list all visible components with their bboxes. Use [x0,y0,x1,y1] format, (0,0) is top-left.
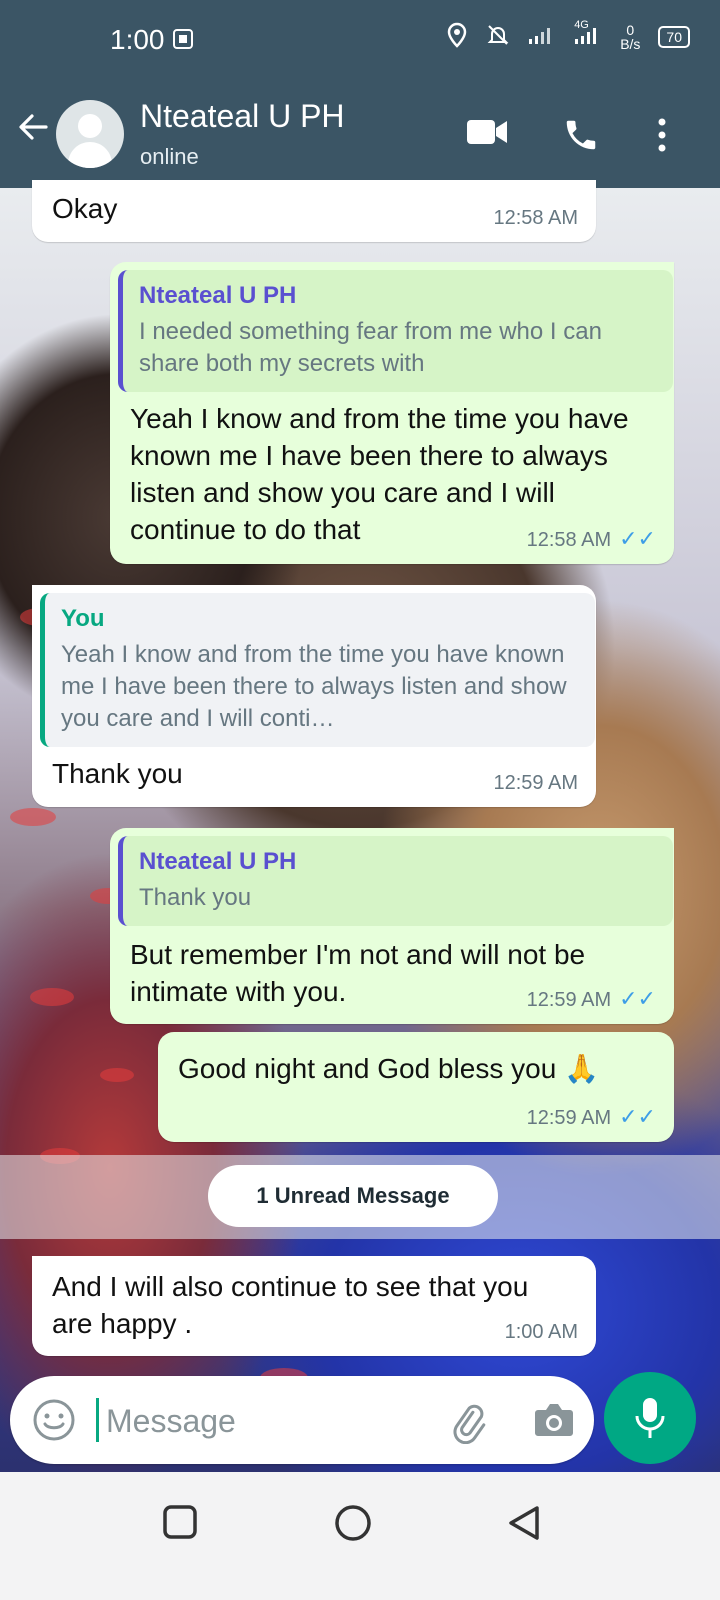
emoji-icon[interactable] [32,1398,76,1447]
nav-square-icon[interactable] [162,1504,198,1545]
message-time-value: 12:59 AM [526,989,612,1011]
message-outgoing[interactable]: Nteateal U PH Thank you But remember I'm… [110,828,674,1024]
mic-icon [634,1396,666,1445]
battery-level: 70 [666,28,682,45]
status-bar: 1:00 4G 0 B/s 70 [0,0,720,80]
camera-icon[interactable] [532,1400,576,1445]
text-cursor [96,1398,99,1442]
status-time: 1:00 [110,24,165,55]
status-icons: 4G 0 B/s 70 [446,19,690,51]
message-text: Good night and God bless you 🙏 [178,1053,599,1084]
signal-4g-icon: 4G [574,19,602,48]
back-arrow-icon[interactable] [16,110,50,153]
quote-author: Nteateal U PH [139,282,297,309]
reply-quote[interactable]: You Yeah I know and from the time you ha… [40,593,595,747]
mute-bell-icon [486,23,510,50]
sim-icon [172,28,194,55]
network-type: 4G [574,19,589,31]
chat-header: Nteateal U PH online [0,80,720,188]
read-ticks-icon: ✓✓ [619,1104,656,1129]
message-time-value: 12:59 AM [526,1107,612,1129]
message-incoming[interactable]: You Yeah I know and from the time you ha… [32,585,596,807]
contact-name[interactable]: Nteateal U PH [140,98,345,135]
data-rate: 0 B/s [620,23,640,51]
message-text: Okay [52,193,118,224]
message-time: 12:59 AM ✓✓ [527,1104,656,1130]
nav-circle-icon[interactable] [334,1504,372,1547]
message-composer [10,1376,594,1464]
quote-text: Yeah I know and from the time you have k… [61,641,567,732]
message-text: Thank you [52,758,183,789]
quote-text: I needed something fear from me who I ca… [139,318,602,377]
message-time: 12:59 AM ✓✓ [527,986,656,1012]
video-call-icon[interactable] [466,116,508,153]
reply-quote[interactable]: Nteateal U PH Thank you [118,836,673,926]
read-ticks-icon: ✓✓ [619,986,656,1011]
location-icon [446,22,468,51]
message-input[interactable] [104,1394,438,1448]
system-nav-bar [0,1472,720,1600]
signal-icon [528,25,556,48]
message-time: 12:58 AM ✓✓ [527,526,656,552]
unread-banner: 1 Unread Message [208,1165,498,1227]
nav-back-icon[interactable] [506,1504,542,1547]
attach-icon[interactable] [446,1400,490,1449]
message-text: And I will also continue to see that you… [52,1271,529,1339]
quote-text: Thank you [139,884,252,911]
message-incoming[interactable]: And I will also continue to see that you… [32,1256,596,1356]
contact-status: online [140,144,199,169]
mic-button[interactable] [604,1372,696,1464]
data-rate-value: 0 [626,21,635,38]
reply-quote[interactable]: Nteateal U PH I needed something fear fr… [118,270,673,392]
message-time-value: 12:58 AM [526,529,612,551]
message-incoming[interactable]: Okay 12:58 AM [32,180,596,242]
data-rate-unit: B/s [620,35,641,52]
message-time: 1:00 AM [504,1321,578,1343]
avatar[interactable] [56,100,124,168]
message-outgoing[interactable]: Nteateal U PH I needed something fear fr… [110,262,674,564]
more-vert-icon[interactable] [652,116,672,159]
message-time: 12:59 AM [493,772,578,794]
quote-author: You [61,605,105,632]
read-ticks-icon: ✓✓ [619,526,656,551]
voice-call-icon[interactable] [562,116,600,159]
battery-icon: 70 [658,25,690,48]
message-outgoing[interactable]: Good night and God bless you 🙏 12:59 AM ✓… [158,1032,674,1142]
message-time: 12:58 AM [493,207,578,229]
quote-author: Nteateal U PH [139,848,297,875]
